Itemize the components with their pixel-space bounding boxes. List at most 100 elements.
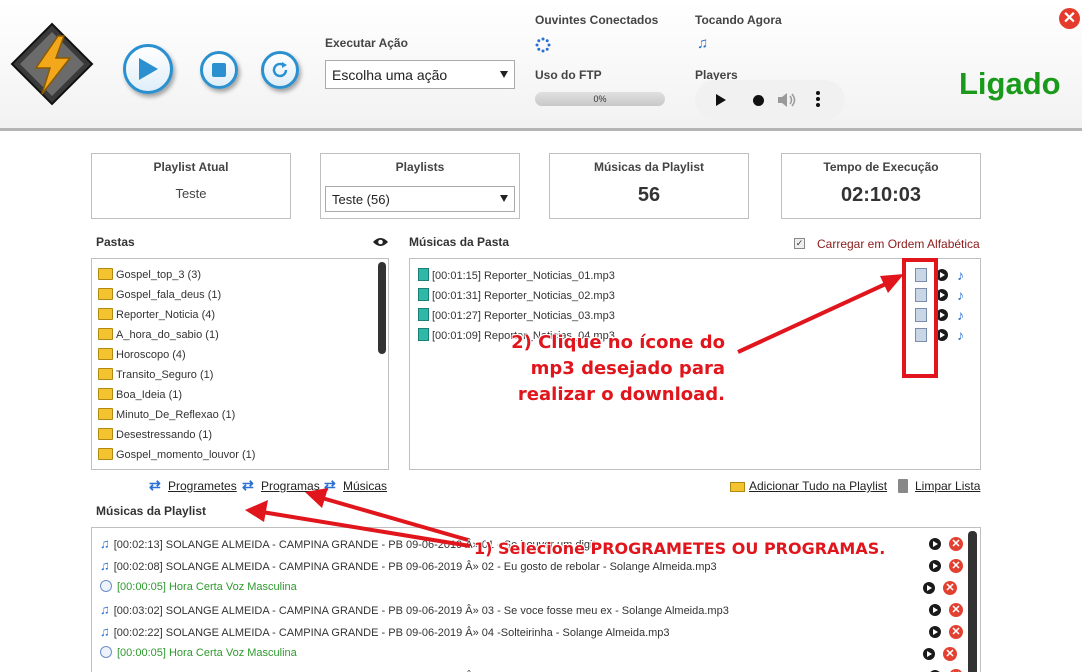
listeners-label: Ouvintes Conectados (535, 13, 659, 27)
list-item[interactable]: Desestressando (1) (98, 428, 212, 441)
delete-icon[interactable]: ✕ (949, 537, 963, 551)
play-icon[interactable] (929, 604, 941, 616)
action-select-value: Escolha uma ação (332, 66, 448, 83)
playlist-title: Músicas da Playlist (96, 504, 207, 518)
table-row[interactable]: ♫[00:02:07] SOLANGE ALMEIDA - CAMPINA GR… (100, 668, 693, 672)
clock-icon (100, 580, 112, 592)
volume-icon[interactable] (777, 91, 797, 109)
playlist-songs-box: Músicas da Playlist 56 (549, 153, 749, 219)
winamp-logo-icon (10, 22, 94, 106)
audio-file-icon (418, 288, 429, 301)
status-text: Ligado (959, 66, 1061, 101)
music-note-icon: ♫ (100, 624, 110, 639)
playlist-scrollbar[interactable] (968, 531, 977, 672)
music-note-icon: ♫ (100, 558, 110, 573)
current-playlist-box: Playlist Atual Teste (91, 153, 291, 219)
folders-list: Gospel_top_3 (3) Gospel_fala_deus (1) Re… (91, 258, 389, 470)
eye-icon[interactable] (372, 236, 389, 248)
close-icon[interactable]: ✕ (1059, 8, 1080, 29)
playlists-select[interactable]: Teste (56) (325, 186, 515, 212)
table-row[interactable]: ♫ [00:03:02] SOLANGE ALMEIDA - CAMPINA GR… (100, 602, 729, 617)
folder-icon (98, 308, 113, 320)
list-item[interactable]: [00:01:15] Reporter_Noticias_01.mp3 (418, 268, 615, 282)
list-item[interactable]: Gospel_momento_louvor (1) (98, 448, 255, 461)
player-play-icon[interactable] (715, 93, 727, 107)
music-note-icon: ♫ (697, 35, 709, 52)
download-icon[interactable] (915, 308, 927, 322)
table-row[interactable]: ♫ [00:02:22] SOLANGE ALMEIDA - CAMPINA GR… (100, 624, 670, 639)
list-item[interactable]: Gospel_top_3 (3) (98, 268, 201, 281)
folder-add-icon (730, 482, 745, 492)
list-item[interactable]: Transito_Seguro (1) (98, 368, 213, 381)
programetes-link[interactable]: Programetes (168, 479, 237, 493)
add-to-playlist-icon[interactable]: ♪ (957, 328, 964, 342)
playlists-label: Playlists (395, 160, 445, 174)
music-note-icon: ♫ (100, 536, 110, 551)
play-icon[interactable] (929, 626, 941, 638)
runtime-value: 02:10:03 (840, 184, 922, 206)
play-icon[interactable] (936, 309, 948, 321)
table-row[interactable]: [00:00:05] Hora Certa Voz Masculina (100, 580, 297, 593)
more-options-icon[interactable] (816, 91, 820, 107)
delete-icon[interactable]: ✕ (943, 647, 957, 661)
audio-file-icon (418, 308, 429, 321)
folder-icon (98, 348, 113, 360)
runtime-label: Tempo de Execução (823, 160, 939, 174)
list-item[interactable]: Gospel_fala_deus (1) (98, 288, 221, 301)
musicas-link[interactable]: Músicas (343, 479, 387, 493)
list-item[interactable]: A_hora_do_sabio (1) (98, 328, 219, 341)
play-icon[interactable] (923, 648, 935, 660)
download-icon[interactable] (915, 328, 927, 342)
table-row[interactable]: ♫ [00:02:08] SOLANGE ALMEIDA - CAMPINA GR… (100, 558, 717, 573)
annotation-step2: 2) Clique no ícone do mp3 desejado para … (511, 332, 725, 405)
play-icon[interactable] (936, 289, 948, 301)
player-record-icon[interactable] (753, 95, 764, 106)
list-item[interactable]: Reporter_Noticia (4) (98, 308, 215, 321)
music-note-icon: ♫ (100, 602, 110, 617)
delete-icon[interactable]: ✕ (943, 581, 957, 595)
play-icon[interactable] (936, 329, 948, 341)
delete-icon[interactable]: ✕ (949, 559, 963, 573)
folders-title: Pastas (96, 235, 135, 249)
download-icon[interactable] (915, 268, 927, 282)
refresh-icon: ⇄ (149, 477, 161, 493)
trash-icon (898, 479, 908, 493)
audio-player (695, 80, 845, 120)
clock-icon (100, 646, 112, 658)
list-item[interactable]: Boa_Ideia (1) (98, 388, 182, 401)
list-item[interactable]: Minuto_De_Reflexao (1) (98, 408, 235, 421)
play-icon[interactable] (923, 582, 935, 594)
add-to-playlist-icon[interactable]: ♪ (957, 308, 964, 322)
folder-icon (98, 368, 113, 380)
loading-spinner-icon (535, 37, 551, 53)
add-all-link[interactable]: Adicionar Tudo na Playlist (749, 479, 887, 493)
refresh-icon: ⇄ (324, 477, 336, 493)
play-icon[interactable] (929, 538, 941, 550)
delete-icon[interactable]: ✕ (949, 603, 963, 617)
alpha-order-checkbox[interactable]: ✓ (794, 238, 805, 249)
delete-icon[interactable]: ✕ (949, 625, 963, 639)
clear-list-link[interactable]: Limpar Lista (915, 479, 980, 493)
current-playlist-label: Playlist Atual (153, 160, 229, 174)
play-icon[interactable] (936, 269, 948, 281)
list-item[interactable]: [00:01:31] Reporter_Noticias_02.mp3 (418, 288, 615, 302)
download-icon[interactable] (915, 288, 927, 302)
folders-scrollbar[interactable] (378, 262, 386, 354)
programas-link[interactable]: Programas (261, 479, 320, 493)
folder-icon (98, 408, 113, 420)
list-item[interactable]: Horoscopo (4) (98, 348, 186, 361)
add-to-playlist-icon[interactable]: ♪ (957, 288, 964, 302)
playlist-songs-label: Músicas da Playlist (593, 160, 705, 174)
refresh-icon (272, 62, 288, 78)
playlist-songs-count: 56 (637, 184, 661, 206)
restart-button[interactable] (261, 51, 299, 89)
play-icon[interactable] (929, 560, 941, 572)
table-row[interactable]: [00:00:05] Hora Certa Voz Masculina (100, 646, 297, 659)
stop-button[interactable] (200, 51, 238, 89)
play-button[interactable] (123, 44, 173, 94)
current-playlist-value: Teste (175, 186, 207, 201)
list-item[interactable]: [00:01:27] Reporter_Noticias_03.mp3 (418, 308, 615, 322)
folder-icon (98, 388, 113, 400)
action-select[interactable]: Escolha uma ação (325, 60, 515, 89)
add-to-playlist-icon[interactable]: ♪ (957, 268, 964, 282)
